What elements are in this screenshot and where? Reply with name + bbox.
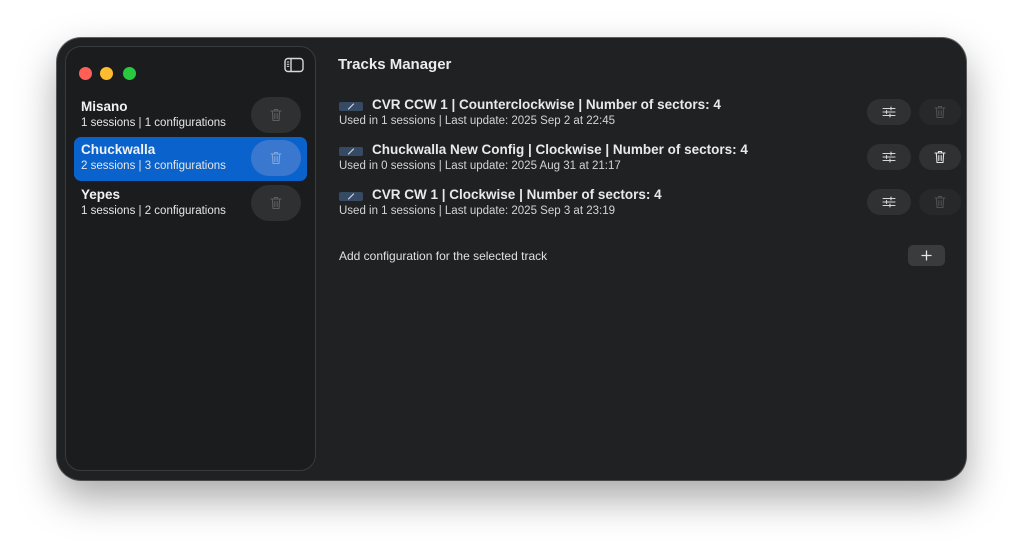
configuration-meta: Used in 1 sessions | Last update: 2025 S… [339,205,615,217]
delete-configuration-button[interactable] [919,189,961,215]
sidebar-left-icon [284,57,304,73]
delete-track-button[interactable] [251,97,301,133]
track-name: Chuckwalla [81,142,156,157]
track-item-misano[interactable]: Misano 1 sessions | 1 configurations [74,94,307,138]
trash-icon [934,105,946,119]
page-title: Tracks Manager [338,56,452,73]
track-name: Yepes [81,187,121,202]
delete-configuration-button[interactable] [919,144,961,170]
pencil-icon [347,148,355,155]
trash-icon [934,195,946,209]
add-configuration-button[interactable] [908,245,945,266]
track-item-chuckwalla[interactable]: Chuckwalla 2 sessions | 3 configurations [74,137,307,181]
delete-track-button[interactable] [251,140,301,176]
app-window: Misano 1 sessions | 1 configurations Chu… [57,38,966,480]
sliders-icon [882,196,896,208]
track-item-yepes[interactable]: Yepes 1 sessions | 2 configurations [74,182,307,226]
trash-icon [270,108,282,122]
sliders-icon [882,151,896,163]
configuration-settings-button[interactable] [867,99,911,125]
trash-icon [270,196,282,210]
delete-track-button[interactable] [251,185,301,221]
plus-icon [921,250,932,261]
trash-icon [934,150,946,164]
configuration-title: CVR CCW 1 | Counterclockwise | Number of… [372,97,721,112]
pencil-icon [347,193,355,200]
track-meta: 1 sessions | 2 configurations [81,205,226,217]
configuration-title: CVR CW 1 | Clockwise | Number of sectors… [372,187,662,202]
configuration-settings-button[interactable] [867,189,911,215]
close-window-button[interactable] [79,67,92,80]
configuration-settings-button[interactable] [867,144,911,170]
sliders-icon [882,106,896,118]
track-meta: 2 sessions | 3 configurations [81,160,226,172]
configuration-row: CVR CCW 1 | Counterclockwise | Number of… [339,97,961,133]
configuration-row: Chuckwalla New Config | Clockwise | Numb… [339,142,961,178]
configuration-title: Chuckwalla New Config | Clockwise | Numb… [372,142,748,157]
edit-configuration-button[interactable] [339,102,363,111]
zoom-window-button[interactable] [123,67,136,80]
track-name: Misano [81,99,128,114]
sidebar-toggle-button[interactable] [284,57,304,73]
edit-configuration-button[interactable] [339,147,363,156]
configuration-meta: Used in 0 sessions | Last update: 2025 A… [339,160,621,172]
track-meta: 1 sessions | 1 configurations [81,117,226,129]
add-configuration-label: Add configuration for the selected track [339,249,548,263]
edit-configuration-button[interactable] [339,192,363,201]
trash-icon [270,151,282,165]
configuration-row: CVR CW 1 | Clockwise | Number of sectors… [339,187,961,223]
delete-configuration-button[interactable] [919,99,961,125]
configuration-meta: Used in 1 sessions | Last update: 2025 S… [339,115,615,127]
sidebar: Misano 1 sessions | 1 configurations Chu… [65,46,316,471]
minimize-window-button[interactable] [100,67,113,80]
pencil-icon [347,103,355,110]
